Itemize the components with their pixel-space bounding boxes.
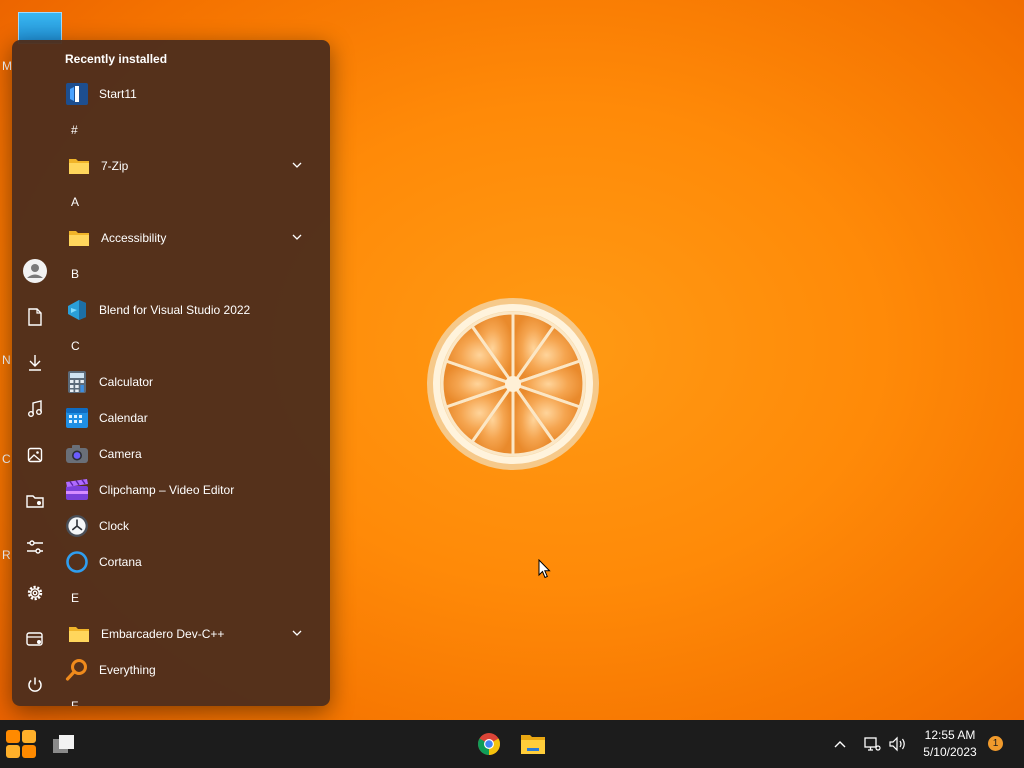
desktop-label-fragment: N (2, 353, 11, 367)
chevron-down-icon[interactable] (292, 232, 302, 242)
calendar-icon (64, 405, 90, 431)
app-item-label: Calendar (99, 411, 148, 425)
app-item-label: Cortana (99, 555, 142, 569)
network-icon (864, 737, 881, 751)
app-item-label: Clipchamp – Video Editor (99, 483, 235, 497)
chevron-down-icon[interactable] (292, 160, 302, 170)
chrome-button[interactable] (471, 726, 507, 762)
app-folder-7zip[interactable]: 7-Zip (58, 149, 308, 183)
chevron-down-icon[interactable] (292, 628, 302, 638)
desktop-label-fragment: C (2, 452, 11, 466)
app-item-calendar[interactable]: Calendar (58, 401, 308, 435)
wallpaper-orange-slice (427, 298, 599, 470)
notification-badge[interactable]: 1 (988, 736, 1003, 751)
app-item-label: Accessibility (101, 231, 167, 245)
downloads-icon[interactable] (20, 348, 50, 378)
app-item-label: Clock (99, 519, 130, 533)
app-item-clock[interactable]: Clock (58, 509, 308, 543)
task-view-button[interactable] (46, 726, 82, 762)
settings-sliders-icon[interactable] (20, 532, 50, 562)
app-item-cortana[interactable]: Cortana (58, 545, 308, 579)
letter-header-b[interactable]: B (71, 264, 79, 284)
app-item-calculator[interactable]: Calculator (58, 365, 308, 399)
file-explorer-button[interactable] (515, 726, 551, 762)
app-item-label: Everything (99, 663, 156, 677)
chevron-up-icon (834, 741, 846, 748)
start11-logo-icon (6, 730, 36, 758)
app-item-clipchamp[interactable]: Clipchamp – Video Editor (58, 473, 308, 507)
folder-icon (66, 621, 92, 647)
app-list: Recently installed Start11 # 7-Zip A Acc… (58, 40, 330, 706)
app-folder-accessibility[interactable]: Accessibility (58, 221, 308, 255)
folder-icon (66, 153, 92, 179)
chrome-icon (478, 733, 500, 755)
app-item-everything[interactable]: Everything (58, 653, 308, 687)
network-button[interactable] (858, 726, 886, 762)
user-avatar-icon[interactable] (20, 256, 50, 286)
music-icon[interactable] (20, 394, 50, 424)
letter-header-c[interactable]: C (71, 336, 80, 356)
app-item-label: Embarcadero Dev-C++ (101, 627, 225, 641)
clock-time[interactable]: 12:55 AM (912, 728, 988, 742)
app-item-camera[interactable]: Camera (58, 437, 308, 471)
app-item-label: Start11 (99, 87, 137, 101)
folder-icon (66, 225, 92, 251)
desktop-label-fragment: R (2, 548, 11, 562)
letter-header-f[interactable]: F (71, 696, 78, 706)
letter-header-e[interactable]: E (71, 588, 79, 608)
app-item-blend[interactable]: Blend for Visual Studio 2022 (58, 293, 308, 327)
start-button[interactable] (3, 726, 39, 762)
app-item-label: Camera (99, 447, 142, 461)
recently-installed-heading: Recently installed (65, 52, 168, 66)
desktop-label-fragment: M (2, 59, 12, 73)
task-view-icon (53, 735, 74, 753)
tray-overflow-button[interactable] (823, 726, 857, 762)
clipchamp-icon (64, 477, 90, 503)
everything-icon (64, 657, 90, 683)
app-item-label: Blend for Visual Studio 2022 (99, 303, 251, 317)
documents-icon[interactable] (20, 302, 50, 332)
taskbar: 12:55 AM 5/10/2023 (0, 720, 1024, 768)
power-icon[interactable] (20, 670, 50, 700)
start-menu-rail (12, 40, 58, 706)
network-folder-icon[interactable] (20, 486, 50, 516)
app-item-start11[interactable]: Start11 (58, 77, 308, 111)
camera-icon (64, 441, 90, 467)
folder-icon (521, 735, 545, 754)
clock-icon (64, 513, 90, 539)
calculator-icon (64, 369, 90, 395)
letter-header-hash[interactable]: # (71, 120, 78, 140)
blend-icon (64, 297, 90, 323)
mouse-cursor-icon (538, 559, 551, 579)
start-menu: Recently installed Start11 # 7-Zip A Acc… (12, 40, 330, 706)
start11-icon (64, 81, 90, 107)
volume-button[interactable] (884, 726, 912, 762)
speaker-icon (889, 736, 905, 752)
app-folder-embarcadero[interactable]: Embarcadero Dev-C++ (58, 617, 308, 651)
letter-header-a[interactable]: A (71, 192, 79, 212)
settings-gear-icon[interactable] (20, 578, 50, 608)
pictures-icon[interactable] (20, 440, 50, 470)
clock-date[interactable]: 5/10/2023 (912, 745, 988, 759)
file-explorer-icon[interactable] (20, 624, 50, 654)
app-item-label: 7-Zip (101, 159, 129, 173)
app-item-label: Calculator (99, 375, 154, 389)
cortana-icon (64, 549, 90, 575)
